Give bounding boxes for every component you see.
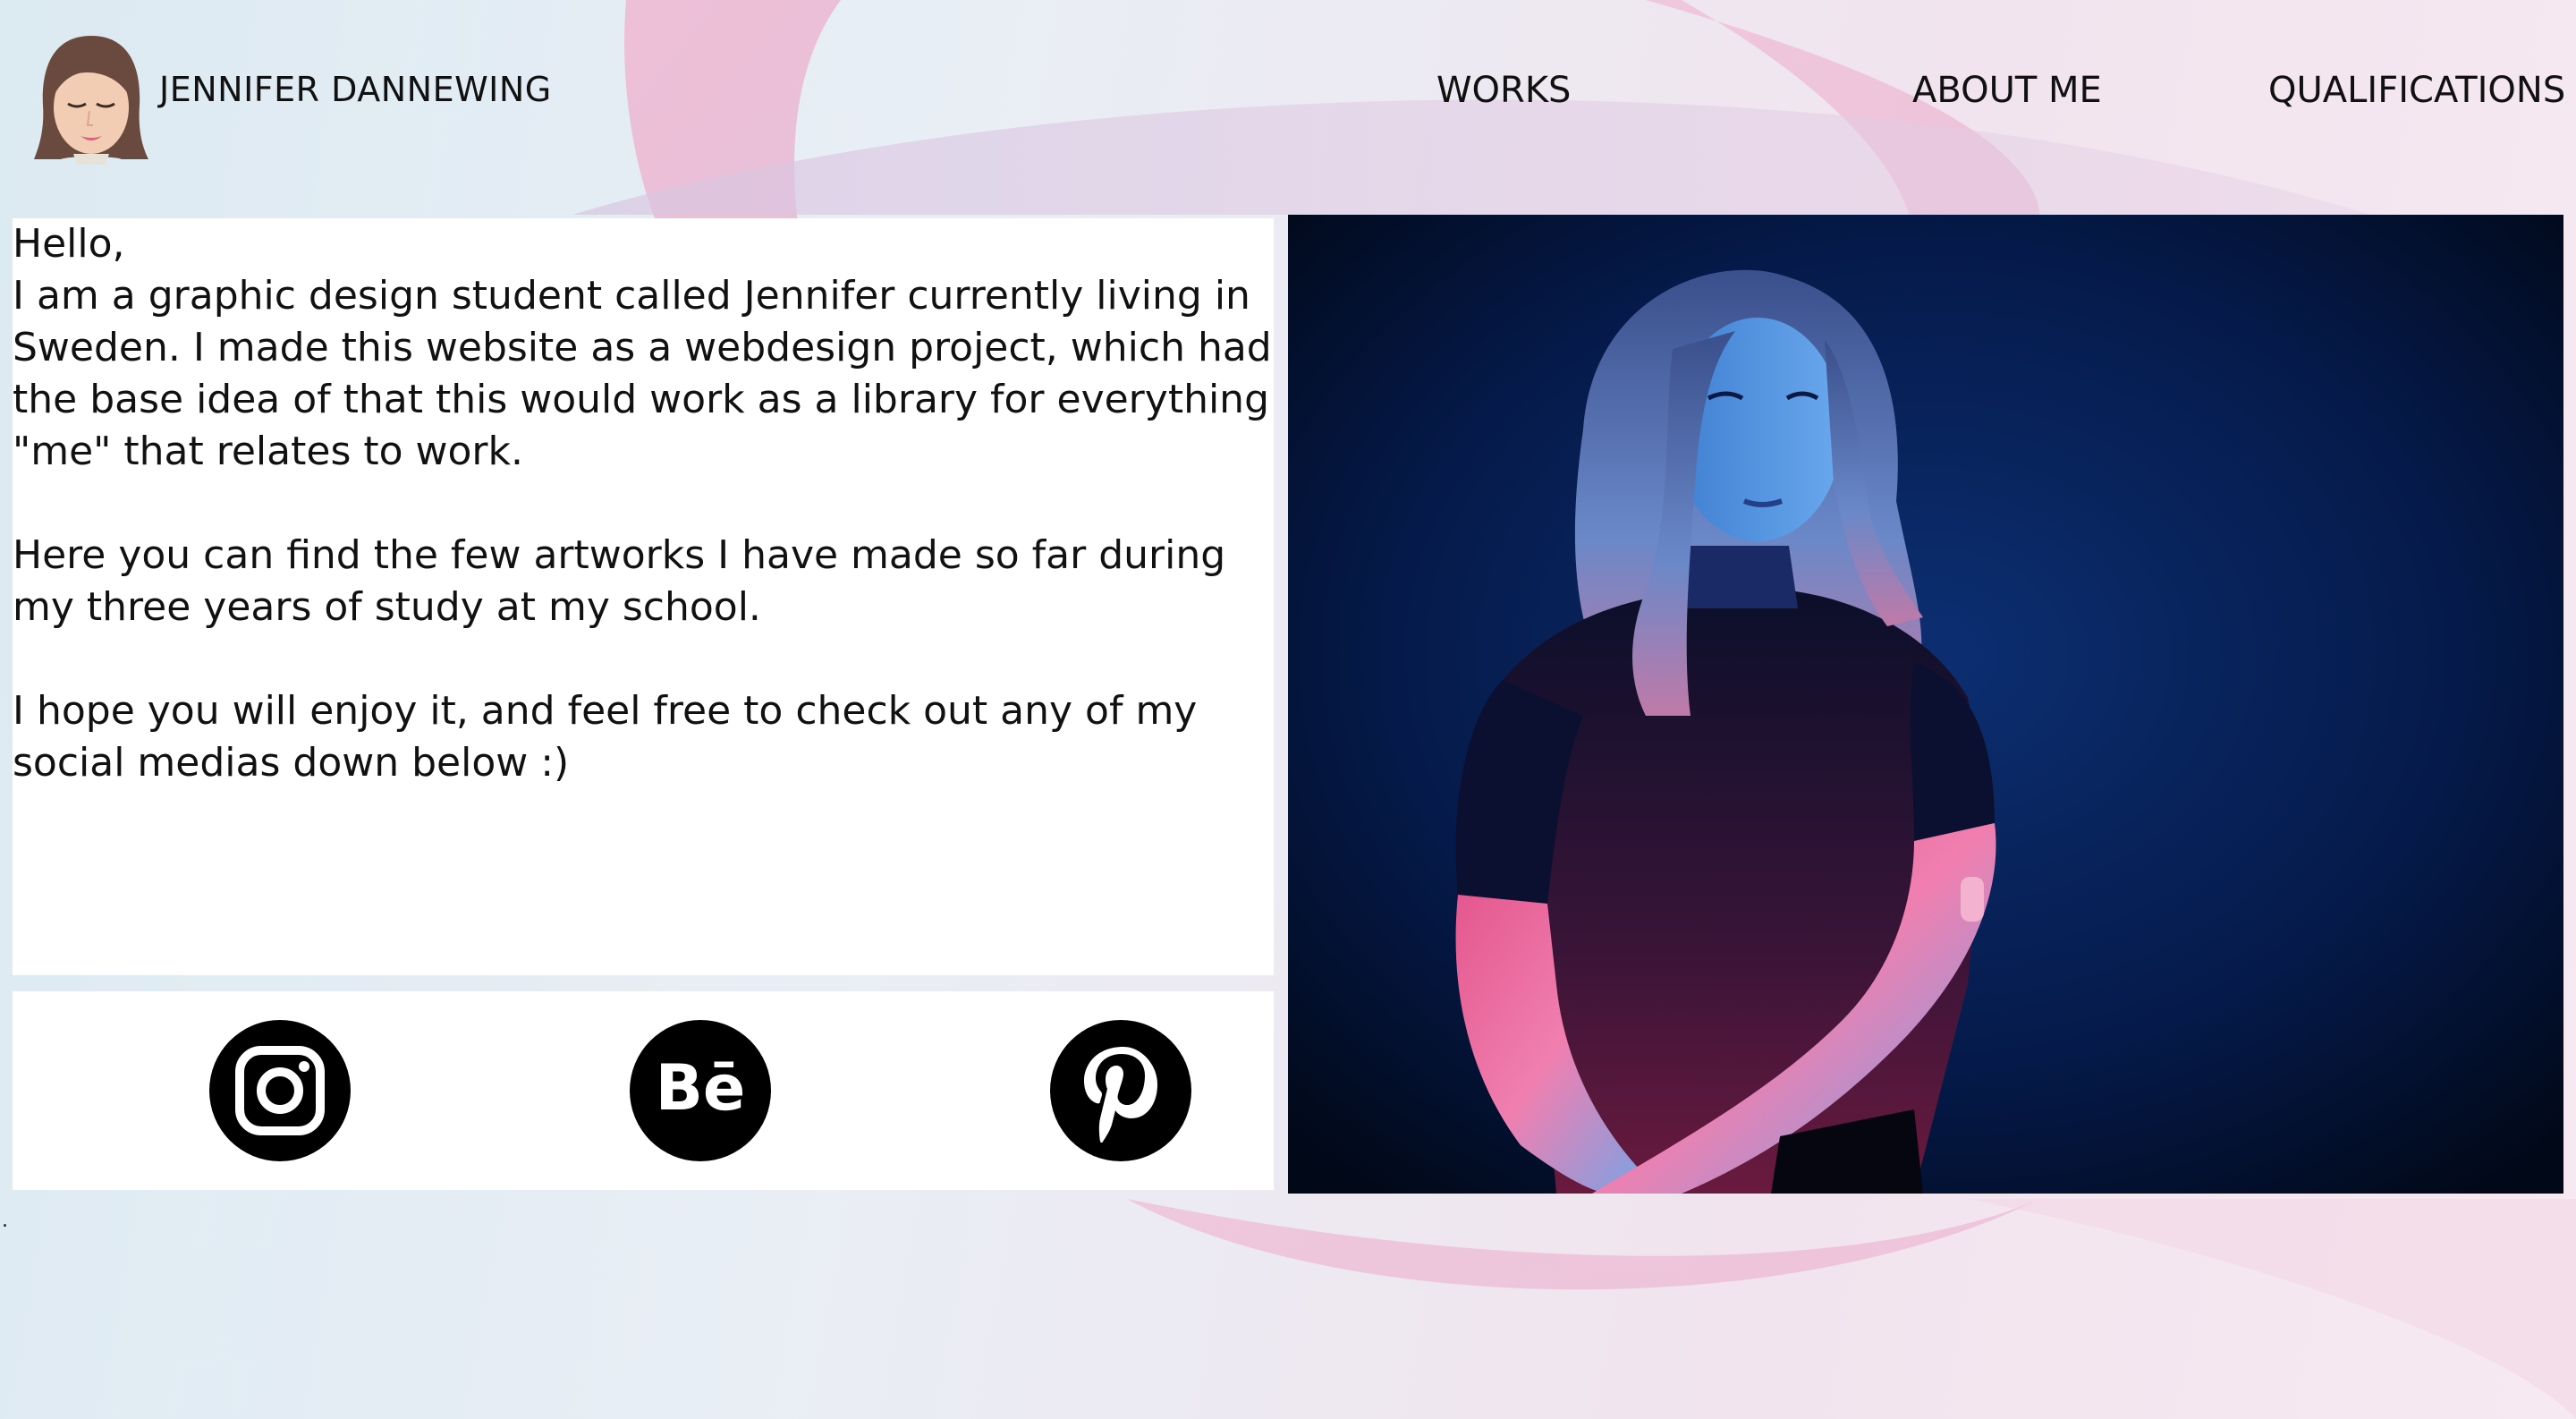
- behance-icon[interactable]: Bē: [630, 1020, 771, 1161]
- site-header: JENNIFER DANNEWING WORKS ABOUT ME QUALIF…: [0, 0, 2576, 204]
- site-name[interactable]: JENNIFER DANNEWING: [159, 70, 552, 109]
- intro-greeting: Hello,: [13, 221, 125, 267]
- nav-works[interactable]: WORKS: [1436, 70, 1571, 111]
- portrait-photo: [1288, 215, 2563, 1194]
- pinterest-icon[interactable]: [1050, 1020, 1191, 1161]
- instagram-icon[interactable]: [209, 1020, 351, 1161]
- social-links-panel: Bē: [13, 991, 1274, 1190]
- intro-paragraph: I hope you will enjoy it, and feel free …: [13, 688, 1198, 786]
- nav-about-me[interactable]: ABOUT ME: [1912, 70, 2102, 111]
- avatar[interactable]: [34, 34, 148, 165]
- intro-paragraph: Here you can find the few artworks I hav…: [13, 532, 1226, 630]
- nav-qualifications[interactable]: QUALIFICATIONS: [2268, 70, 2565, 111]
- footer-dot: .: [2, 1210, 8, 1232]
- intro-panel: Hello, I am a graphic design student cal…: [13, 218, 1274, 975]
- intro-text: Hello, I am a graphic design student cal…: [13, 218, 1274, 841]
- intro-paragraph: I am a graphic design student called Jen…: [13, 273, 1272, 474]
- behance-icon-label: Bē: [656, 1051, 746, 1125]
